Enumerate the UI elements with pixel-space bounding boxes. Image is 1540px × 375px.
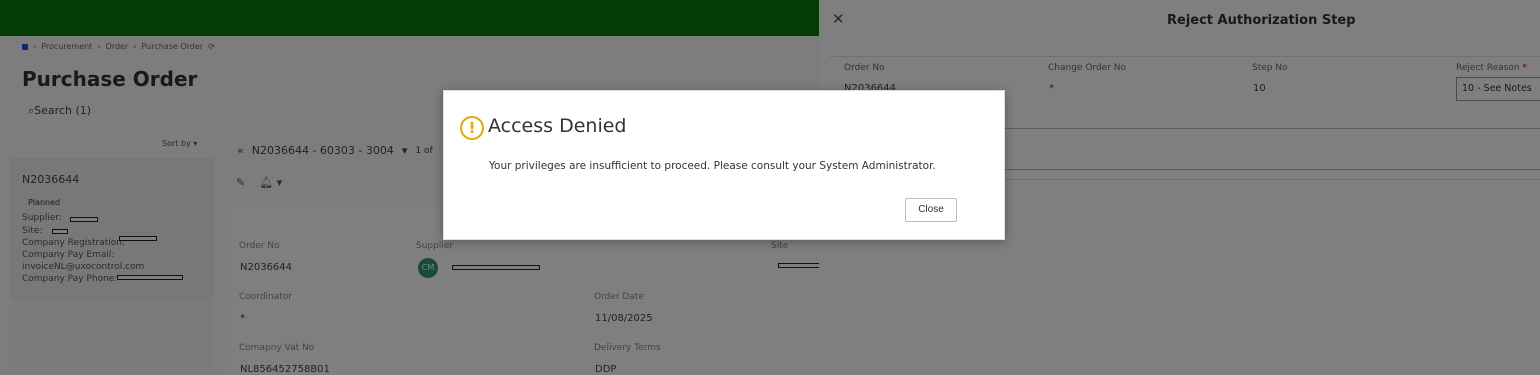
access-denied-dialog: ! Access Denied Your privileges are insu… (443, 90, 1005, 240)
dialog-title: Access Denied (488, 115, 627, 137)
warning-circle-icon: ! (460, 116, 484, 140)
close-button[interactable]: Close (905, 198, 957, 222)
dialog-message: Your privileges are insufficient to proc… (489, 160, 936, 172)
